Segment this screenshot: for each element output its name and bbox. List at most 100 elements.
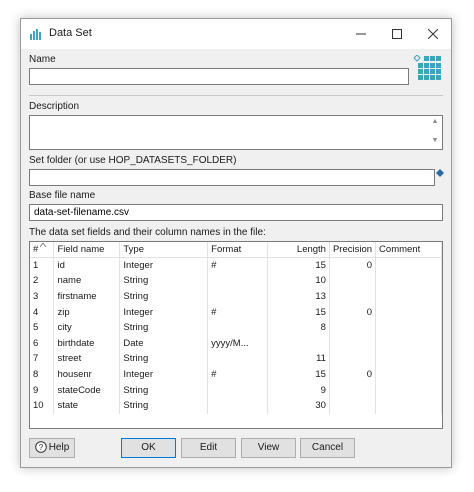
table-cell[interactable]: firstname [53,288,121,305]
table-cell[interactable]: 15 [267,257,330,274]
table-cell[interactable]: id [53,257,121,274]
table-cell[interactable]: 11 [267,351,330,367]
table-cell[interactable]: 8 [267,319,330,336]
table-cell[interactable] [375,257,442,274]
table-cell[interactable] [375,351,442,367]
table-cell[interactable]: 0 [329,257,377,274]
table-cell[interactable]: birthdate [53,335,121,352]
table-cell[interactable] [375,335,442,352]
name-field[interactable] [29,68,409,85]
table-cell[interactable] [329,319,377,336]
table-cell[interactable]: 10 [30,397,55,414]
table-cell[interactable]: housenr [53,366,121,383]
table-cell[interactable]: 9 [30,382,55,398]
table-cell[interactable]: 0 [329,304,377,320]
table-cell[interactable] [329,351,377,367]
name-input[interactable] [30,69,408,84]
table-cell[interactable]: 5 [30,319,55,336]
table-cell[interactable]: street [53,351,121,367]
table-row[interactable]: 10 state String 30 [30,397,442,414]
table-cell[interactable]: 6 [30,335,55,352]
table-cell[interactable] [329,335,377,352]
table-cell[interactable]: zip [53,304,121,320]
table-cell[interactable]: String [119,382,209,398]
cancel-button[interactable]: Cancel [300,438,355,458]
table-cell[interactable] [207,397,269,414]
edit-button[interactable]: Edit [181,438,236,458]
table-cell[interactable]: 9 [267,382,330,398]
table-row[interactable]: 8 housenr Integer #15 0 [30,366,442,383]
base-file-name-input[interactable] [30,205,442,220]
table-cell[interactable]: 0 [329,366,377,383]
table-cell[interactable] [329,382,377,398]
table-row[interactable]: 2 name String 10 [30,273,442,289]
column-header[interactable]: Length [267,242,330,259]
column-header[interactable]: Field name [53,242,121,259]
close-button[interactable] [415,19,451,49]
table-cell[interactable] [375,366,442,383]
table-cell[interactable]: stateCode [53,382,121,398]
table-cell[interactable]: 13 [267,288,330,305]
minimize-button[interactable] [343,19,379,49]
table-cell[interactable]: state [53,397,121,414]
table-cell[interactable]: String [119,351,209,367]
column-header[interactable]: Precision [329,242,377,259]
base-file-name-field[interactable] [29,204,443,221]
table-cell[interactable]: 2 [30,273,55,289]
table-row[interactable]: 1 id Integer #15 0 [30,257,442,274]
table-cell[interactable] [329,273,377,289]
column-header[interactable]: Format [207,242,269,259]
column-header[interactable]: Comment [375,242,442,259]
scroll-down-icon[interactable]: ▼ [430,137,440,147]
table-cell[interactable]: 15 [267,304,330,320]
set-folder-field[interactable] [29,169,435,186]
table-row[interactable]: 9 stateCode String 9 [30,382,442,398]
table-cell[interactable]: 7 [30,351,55,367]
description-textarea[interactable] [30,116,428,149]
table-cell[interactable] [207,288,269,305]
table-cell[interactable]: 8 [30,366,55,383]
view-button[interactable]: View [241,438,296,458]
table-cell[interactable]: Integer [119,257,209,274]
table-cell[interactable]: # [207,366,269,383]
maximize-button[interactable] [379,19,415,49]
table-row[interactable]: 4 zip Integer #15 0 [30,304,442,320]
table-cell[interactable] [375,382,442,398]
table-cell[interactable]: name [53,273,121,289]
table-cell[interactable]: String [119,319,209,336]
table-cell[interactable] [207,351,269,367]
table-cell[interactable] [267,335,330,352]
table-cell[interactable]: Integer [119,304,209,320]
table-cell[interactable] [375,397,442,414]
table-cell[interactable]: String [119,273,209,289]
table-cell[interactable]: 30 [267,397,330,414]
table-cell[interactable]: 1 [30,257,55,274]
table-cell[interactable] [207,319,269,336]
table-cell[interactable]: 10 [267,273,330,289]
scroll-up-icon[interactable]: ▲ [430,118,440,128]
table-cell[interactable]: Date [119,335,209,352]
table-cell[interactable] [329,288,377,305]
column-header[interactable]: Type [119,242,209,259]
table-cell[interactable] [375,304,442,320]
table-cell[interactable]: 15 [267,366,330,383]
table-row[interactable]: 6 birthdate Date yyyy/M... [30,335,442,352]
table-cell[interactable]: Integer [119,366,209,383]
table-row[interactable]: 3 firstname String 13 [30,288,442,305]
table-cell[interactable] [329,397,377,414]
help-button[interactable]: ? Help [29,438,75,458]
table-cell[interactable] [375,288,442,305]
table-cell[interactable]: # [207,257,269,274]
table-cell[interactable]: 3 [30,288,55,305]
table-cell[interactable]: String [119,288,209,305]
table-cell[interactable]: 4 [30,304,55,320]
description-field[interactable]: ▲ ▼ [29,115,443,150]
table-cell[interactable] [375,319,442,336]
table-cell[interactable] [207,273,269,289]
table-cell[interactable]: city [53,319,121,336]
table-cell[interactable] [375,273,442,289]
table-cell[interactable]: String [119,397,209,414]
table-row[interactable]: 7 street String 11 [30,351,442,367]
table-cell[interactable] [207,382,269,398]
set-folder-input[interactable] [30,170,434,185]
